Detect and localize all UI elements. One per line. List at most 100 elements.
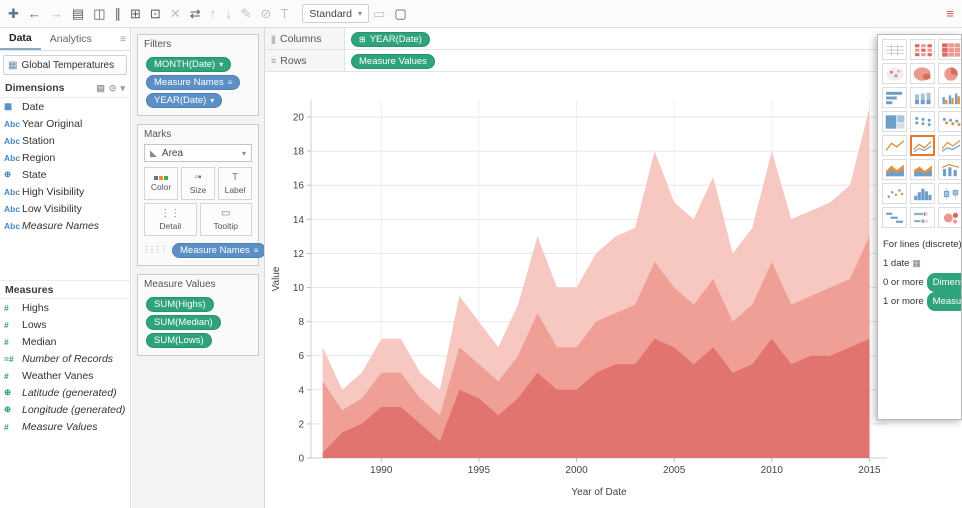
show-me-thumb-packed-bubbles[interactable] <box>938 207 961 228</box>
show-me-thumb-discrete-area[interactable] <box>910 159 935 180</box>
show-me-thumb-side-circles[interactable] <box>938 111 961 132</box>
rows-pill-measure-values[interactable]: Measure Values <box>351 54 435 69</box>
tab-data[interactable]: Data <box>0 28 41 50</box>
duplicate-sheet-icon[interactable]: ⊡ <box>150 7 161 20</box>
field-weather-vanes[interactable]: # Weather Vanes <box>0 367 130 384</box>
field-latitude-generated[interactable]: ⊕ Latitude (generated) <box>0 384 130 401</box>
group-members-icon[interactable]: ⊘ <box>261 7 272 20</box>
redo-icon[interactable]: → <box>50 7 63 20</box>
sort-descending-icon[interactable]: ↓ <box>225 7 232 20</box>
show-me-thumb-gantt[interactable] <box>882 207 907 228</box>
marks-card: Marks ◣ Area ▾ Color ▫▪ Size T Label ⋮⋮ Detai… <box>137 124 264 266</box>
show-me-thumb-scatter[interactable] <box>882 183 907 204</box>
sort-fields-icon[interactable]: ▾ <box>120 83 125 94</box>
field-state[interactable]: ⊕ State <box>0 166 130 183</box>
size-button[interactable]: ▫▪ Size <box>181 167 215 200</box>
show-me-thumb-highlight-table[interactable] <box>938 39 961 60</box>
chart-region: 0 2 4 6 8 10 12 14 16 18 20 1990 1995 2000 2005 2010 201… <box>265 72 962 508</box>
button-label: Detail <box>159 220 182 231</box>
sort-ascending-icon[interactable]: ↑ <box>210 7 217 20</box>
field-station[interactable]: Abc Station <box>0 132 130 149</box>
show-me-thumb-pie-chart[interactable] <box>938 63 961 84</box>
show-me-thumb-continuous-lines[interactable] <box>882 135 907 156</box>
show-mark-labels-icon[interactable]: T <box>280 7 288 20</box>
field-label: Year Original <box>22 117 83 130</box>
find-field-icon[interactable]: ⊙ <box>109 83 117 94</box>
show-me-thumb-heat-map[interactable] <box>910 39 935 60</box>
clear-sheet-icon[interactable]: ✕ <box>170 7 181 20</box>
field-highs[interactable]: # Highs <box>0 299 130 316</box>
field-lows[interactable]: # Lows <box>0 316 130 333</box>
swap-axes-icon[interactable]: ⇄ <box>190 7 201 20</box>
color-button[interactable]: Color <box>144 167 178 200</box>
show-me-thumb-dual-combination[interactable] <box>938 159 961 180</box>
field-label: Region <box>22 151 56 164</box>
field-measure-names[interactable]: Abc Measure Names <box>0 217 130 234</box>
show-me-thumb-circle-views[interactable] <box>910 111 935 132</box>
view-as-icon[interactable]: ▤ <box>96 83 105 94</box>
field-number-of-records[interactable]: =# Number of Records <box>0 350 130 367</box>
show-me-toggle-icon[interactable]: ≡ <box>946 7 954 20</box>
undo-icon[interactable]: ← <box>28 7 41 20</box>
marks-buttons-row1: Color ▫▪ Size T Label <box>144 167 252 200</box>
save-icon[interactable]: ▤ <box>72 7 84 20</box>
detail-button[interactable]: ⋮⋮ Detail <box>144 203 197 236</box>
field-region[interactable]: Abc Region <box>0 149 130 166</box>
filter-pill-year-date[interactable]: YEAR(Date) ▾ <box>146 93 223 108</box>
show-me-thumb-discrete-lines[interactable] <box>910 135 935 156</box>
ytick-label: 18 <box>293 147 305 158</box>
area-chart[interactable]: 0 2 4 6 8 10 12 14 16 18 20 1990 1995 2000 2005 2010 201… <box>265 72 962 508</box>
show-me-thumb-box-plot[interactable] <box>938 183 961 204</box>
measures-header-label: Measures <box>5 283 54 296</box>
measure-value-pill-sum-highs[interactable]: SUM(Highs) <box>146 297 214 312</box>
size-icon: ▫▪ <box>194 171 202 183</box>
data-pane: Data Analytics ≡ ▦ Global Temperatures Dim… <box>0 28 131 508</box>
field-measure-values[interactable]: # Measure Values <box>0 418 130 435</box>
field-year-original[interactable]: Abc Year Original <box>0 115 130 132</box>
num-field-icon: # <box>4 302 9 313</box>
highlight-icon[interactable]: ✎ <box>241 7 252 20</box>
fix-axes-icon[interactable]: ▭ <box>373 7 385 20</box>
show-me-thumb-stacked-bars[interactable] <box>910 87 935 108</box>
show-me-thumb-dual-lines[interactable] <box>938 135 961 156</box>
new-datasource-icon[interactable]: ◫ <box>93 7 105 20</box>
pause-updates-icon[interactable]: ∥ <box>115 7 122 20</box>
field-date[interactable]: ▦ Date <box>0 98 130 115</box>
datasource-item[interactable]: ▦ Global Temperatures <box>3 55 127 75</box>
show-me-thumb-filled-map[interactable] <box>910 63 935 84</box>
field-low-visibility[interactable]: Abc Low Visibility <box>0 200 130 217</box>
show-me-thumb-text-table[interactable] <box>882 39 907 60</box>
show-me-thumb-horizontal-bars[interactable] <box>882 87 907 108</box>
show-me-thumb-histogram[interactable] <box>910 183 935 204</box>
measure-value-pill-sum-lows[interactable]: SUM(Lows) <box>146 333 212 348</box>
show-me-thumb-side-bars[interactable] <box>938 87 961 108</box>
field-longitude-generated[interactable]: ⊕ Longitude (generated) <box>0 401 130 418</box>
show-me-footer: For lines (discrete) t 1 date ▦ 0 or more… <box>878 232 961 314</box>
label-button[interactable]: T Label <box>218 167 252 200</box>
data-pane-options-icon[interactable]: ≡ <box>120 34 126 45</box>
measure-value-pill-sum-median[interactable]: SUM(Median) <box>146 315 221 330</box>
filter-pill-month-date[interactable]: MONTH(Date) ▾ <box>146 57 232 72</box>
columns-shelf[interactable]: ||| Columns ⊞ YEAR(Date) <box>265 28 962 50</box>
show-me-thumb-bullet[interactable] <box>910 207 935 228</box>
field-label: Measure Values <box>22 420 98 433</box>
fit-dropdown-label: Standard <box>309 7 353 20</box>
tooltip-button[interactable]: ▭ Tooltip <box>199 203 252 236</box>
rows-shelf[interactable]: ≡ Rows Measure Values <box>265 50 962 72</box>
globe-field-icon: ⊕ <box>4 169 12 179</box>
columns-pill-year-date[interactable]: ⊞ YEAR(Date) <box>351 32 430 47</box>
marks-pill-measure-names[interactable]: Measure Names ≡ <box>172 243 264 258</box>
mark-type-dropdown[interactable]: ◣ Area ▾ <box>144 144 252 162</box>
new-worksheet-icon[interactable]: ⊞ <box>130 7 141 20</box>
presentation-mode-icon[interactable]: ▢ <box>394 7 406 20</box>
field-median[interactable]: # Median <box>0 333 130 350</box>
field-high-visibility[interactable]: Abc High Visibility <box>0 183 130 200</box>
fit-dropdown[interactable]: Standard ▾ <box>302 4 370 23</box>
tab-analytics[interactable]: Analytics <box>41 28 101 50</box>
show-me-thumb-treemap[interactable] <box>882 111 907 132</box>
show-me-thumb-symbol-map[interactable] <box>882 63 907 84</box>
tableau-logo-icon[interactable]: ✚ <box>8 7 19 20</box>
filter-pill-measure-names[interactable]: Measure Names ≡ <box>146 75 241 90</box>
abc-field-icon: Abc <box>4 220 21 231</box>
show-me-thumb-continuous-area[interactable] <box>882 159 907 180</box>
